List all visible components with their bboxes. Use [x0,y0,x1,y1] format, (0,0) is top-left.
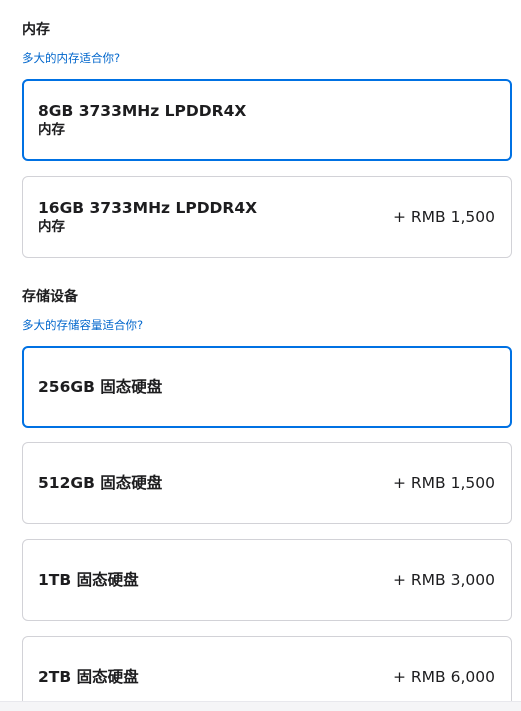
option-price: + RMB 6,000 [393,668,495,686]
memory-option-8gb[interactable]: 8GB 3733MHz LPDDR4X 内存 [22,79,512,161]
storage-option-2tb[interactable]: 2TB 固态硬盘 + RMB 6,000 [22,636,512,711]
option-price: + RMB 1,500 [393,208,495,226]
option-title: 2TB 固态硬盘 [38,668,139,686]
option-title: 512GB 固态硬盘 [38,474,163,492]
storage-option-256gb[interactable]: 256GB 固态硬盘 [22,346,512,428]
option-price: + RMB 1,500 [393,474,495,492]
memory-section-title: 内存 [22,22,50,38]
storage-help-link[interactable]: 多大的存储容量适合你? [22,317,143,333]
option-price: + RMB 3,000 [393,571,495,589]
option-text: 8GB 3733MHz LPDDR4X 内存 [38,101,246,139]
option-text: 1TB 固态硬盘 [38,570,139,590]
bottom-bar [0,701,521,711]
memory-help-link[interactable]: 多大的内存适合你? [22,50,120,66]
storage-option-512gb[interactable]: 512GB 固态硬盘 + RMB 1,500 [22,442,512,524]
option-text: 512GB 固态硬盘 [38,473,162,493]
option-text: 16GB 3733MHz LPDDR4X 内存 [38,198,257,236]
storage-option-1tb[interactable]: 1TB 固态硬盘 + RMB 3,000 [22,539,512,621]
option-subtitle: 内存 [38,219,65,235]
option-subtitle: 内存 [38,122,65,138]
option-title: 1TB 固态硬盘 [38,571,139,589]
configurator-page: 内存 多大的内存适合你? 8GB 3733MHz LPDDR4X 内存 16GB… [0,0,521,711]
option-title: 256GB 固态硬盘 [38,378,163,396]
option-title: 16GB 3733MHz LPDDR4X [38,199,258,217]
storage-section-title: 存储设备 [22,289,78,305]
option-text: 2TB 固态硬盘 [38,667,139,687]
option-text: 256GB 固态硬盘 [38,377,162,397]
memory-option-16gb[interactable]: 16GB 3733MHz LPDDR4X 内存 + RMB 1,500 [22,176,512,258]
option-title: 8GB 3733MHz LPDDR4X [38,102,247,120]
